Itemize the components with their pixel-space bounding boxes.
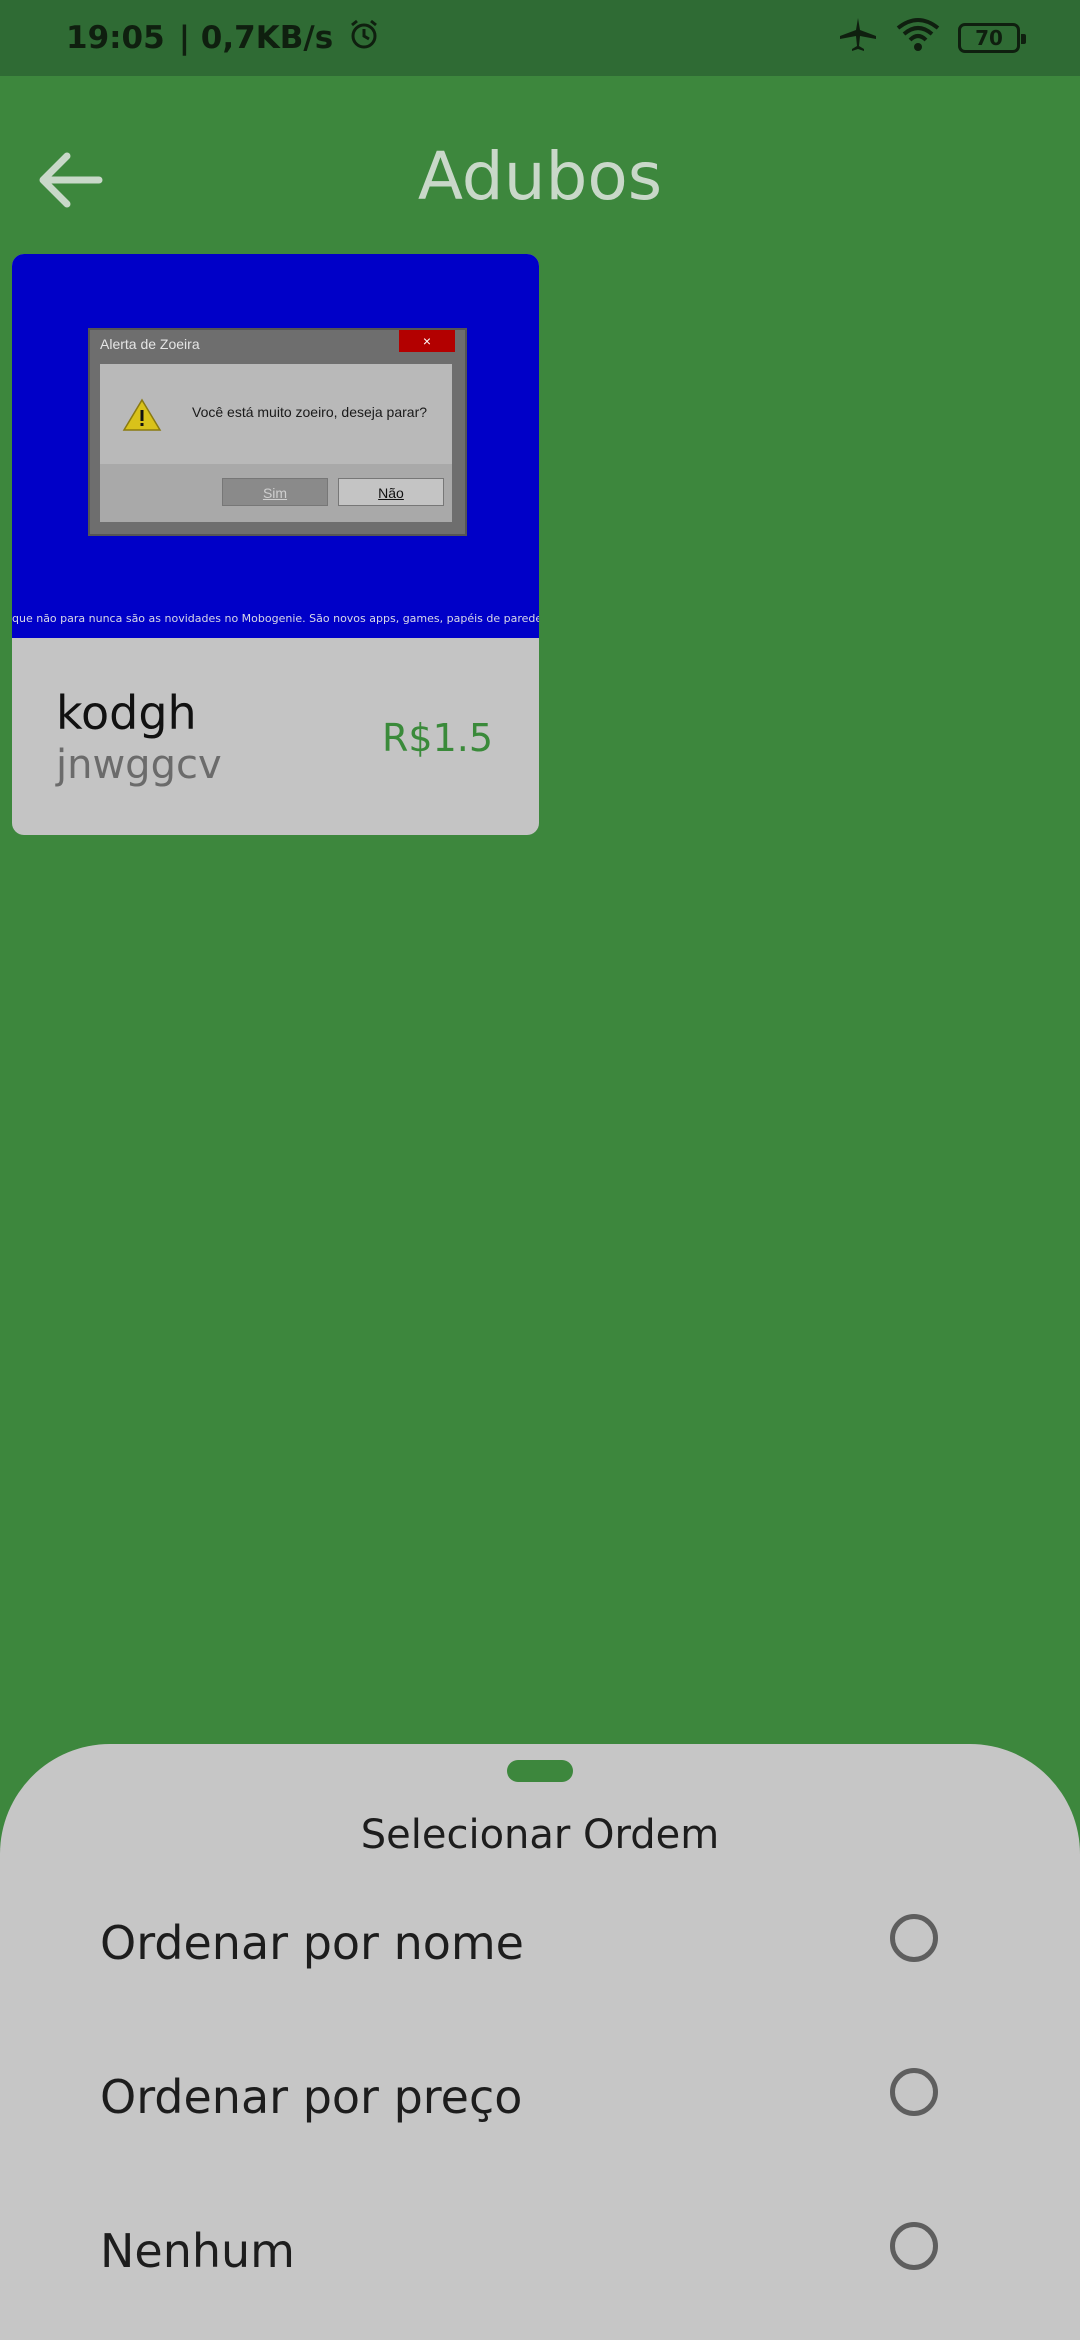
status-left: 19:05 | 0,7KB/s [66, 17, 381, 59]
image-yes-button: Sim [222, 478, 328, 506]
image-dialog-body: Você está muito zoeiro, deseja parar? [100, 364, 452, 464]
alarm-icon [347, 17, 381, 59]
drag-handle[interactable] [507, 1760, 573, 1782]
option-sort-by-name[interactable]: Ordenar por nome [0, 1882, 1080, 2002]
product-price: R$1.5 [381, 716, 493, 760]
wifi-icon [896, 16, 940, 60]
page-title: Adubos [417, 138, 663, 215]
option-sort-by-price[interactable]: Ordenar por preço [0, 2036, 1080, 2156]
status-bar: 19:05 | 0,7KB/s 70 [0, 0, 1080, 76]
status-right: 70 [838, 16, 1026, 60]
sheet-title: Selecionar Ordem [360, 1812, 720, 1858]
product-subtitle: jnwggcv [56, 742, 222, 788]
status-time: 19:05 [66, 20, 165, 56]
image-no-button: Não [338, 478, 444, 506]
option-label: Nenhum [100, 2224, 295, 2278]
radio-button[interactable] [890, 1914, 938, 1962]
product-image: Alerta de Zoeira × Você está muito zoeir… [12, 254, 539, 638]
product-name: kodgh [56, 686, 197, 740]
image-close-icon: × [399, 330, 455, 352]
product-card[interactable]: Alerta de Zoeira × Você está muito zoeir… [12, 254, 539, 835]
image-dialog-message: Você está muito zoeiro, deseja parar? [192, 404, 428, 420]
airplane-mode-icon [838, 16, 878, 60]
image-ticker-text: que não para nunca são as novidades no M… [12, 612, 539, 625]
option-label: Ordenar por preço [100, 2070, 523, 2124]
image-dialog-footer: Sim Não [100, 464, 452, 522]
option-none[interactable]: Nenhum [0, 2190, 1080, 2310]
radio-button[interactable] [890, 2222, 938, 2270]
radio-button[interactable] [890, 2068, 938, 2116]
sort-bottom-sheet: Selecionar Ordem Ordenar por nome Ordena… [0, 1744, 1080, 2340]
status-network-speed: | 0,7KB/s [178, 20, 334, 56]
option-label: Ordenar por nome [100, 1916, 524, 1970]
image-dialog-title: Alerta de Zoeira [100, 336, 200, 352]
battery-icon: 70 [958, 23, 1026, 53]
image-dialog: Alerta de Zoeira × Você está muito zoeir… [88, 328, 467, 536]
warning-icon [122, 398, 162, 437]
